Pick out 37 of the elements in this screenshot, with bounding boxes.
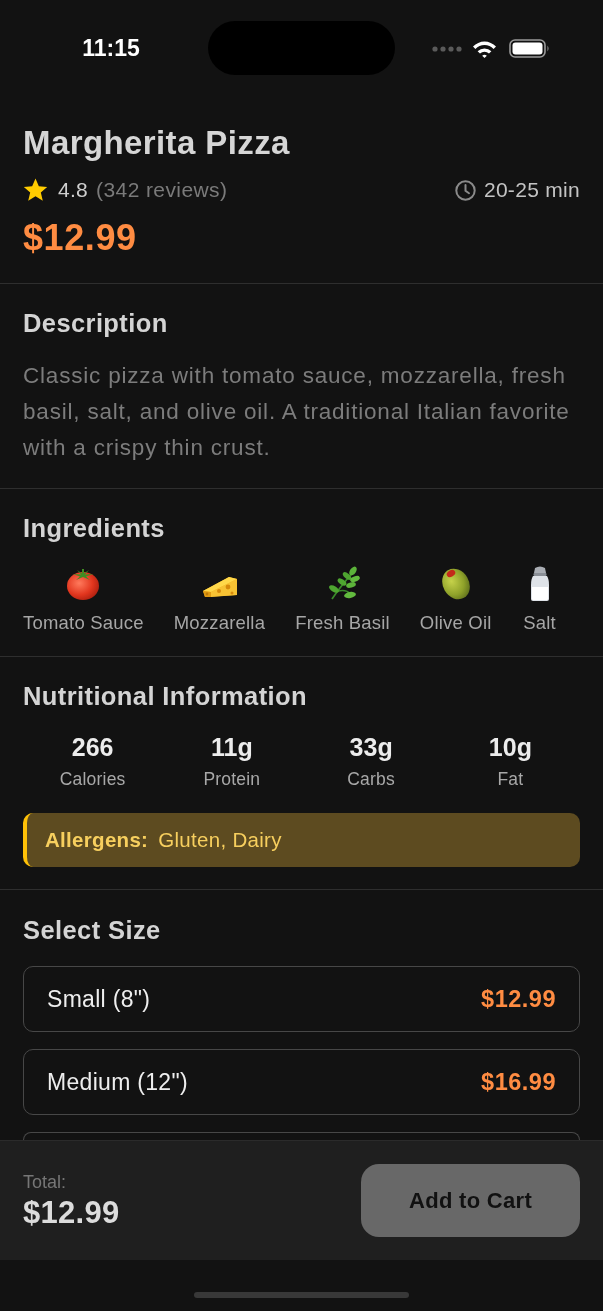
allergen-notice: Allergens: Gluten, Dairy (23, 813, 580, 867)
review-count: (342 reviews) (96, 177, 228, 203)
nutrient-value: 266 (71, 732, 114, 762)
rating-value: 4.8 (58, 177, 89, 203)
nutrient-value: 10g (488, 732, 532, 762)
ingredient-name: Fresh Basil (295, 612, 390, 634)
dish-title: Margherita Pizza (23, 123, 291, 163)
prep-time: 20-25 min (483, 177, 580, 203)
section-heading: Description (23, 308, 169, 338)
nutrient-value: 11g (211, 732, 253, 762)
nutrient-label: Fat (497, 768, 524, 790)
status-time: 11:15 (82, 34, 140, 63)
total-label: Total: (23, 1171, 68, 1193)
nutrient-label: Protein (203, 768, 261, 790)
nutrient-label: Carbs (347, 768, 395, 790)
signal-icon (432, 45, 462, 52)
section-heading: Select Size (23, 915, 162, 945)
description-text: Classic pizza with tomato sauce, mozzarella, fresh basil, salt, and olive oil. A traditional Italian favorite with a crispy thin crust. (23, 362, 571, 462)
size-option[interactable]: Small (8") $12.99 (23, 966, 580, 1032)
ingredient-name: Tomato Sauce (23, 612, 144, 634)
nutrient-label: Calories (59, 768, 126, 790)
size-name: Small (8") (47, 985, 151, 1013)
section-heading: Ingredients (23, 513, 166, 543)
section-heading: Nutritional Information (23, 681, 308, 711)
star-icon (23, 178, 48, 202)
ingredient-name: Mozzarella (173, 612, 266, 634)
dish-price: $12.99 (23, 218, 138, 258)
size-option[interactable]: Medium (12") $16.99 (23, 1049, 580, 1115)
nutrient-value: 33g (349, 732, 393, 762)
total-amount: $12.99 (23, 1196, 120, 1230)
wifi-icon (472, 39, 497, 58)
size-name: Medium (12") (47, 1068, 188, 1096)
size-price: $16.99 (481, 1068, 556, 1096)
ingredient-name: Salt (523, 612, 556, 634)
size-price: $12.99 (481, 985, 556, 1013)
ingredient-name: Olive Oil (419, 612, 492, 634)
clock-icon (454, 179, 476, 201)
